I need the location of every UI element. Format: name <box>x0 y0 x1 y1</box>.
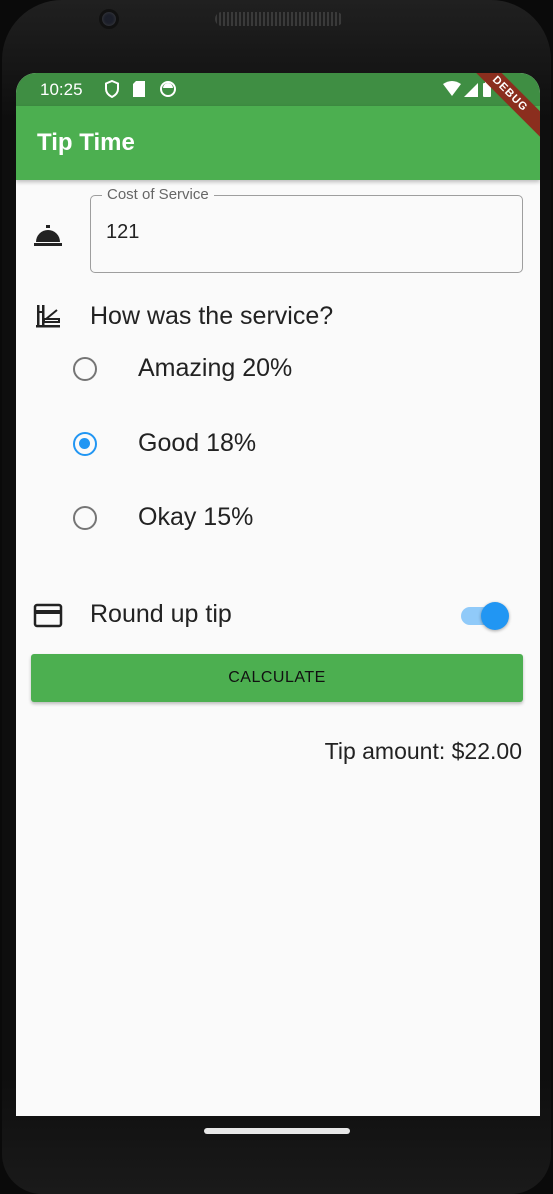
tip-option-good[interactable]: Good 18% <box>16 416 540 476</box>
round-up-tip-label: Round up tip <box>90 600 232 628</box>
round-up-switch-thumb[interactable] <box>481 602 509 630</box>
earpiece-speaker <box>215 12 343 26</box>
app-title: Tip Time <box>37 129 135 156</box>
radio-button[interactable] <box>73 357 97 381</box>
sync-circle-icon <box>159 80 177 103</box>
home-indicator[interactable] <box>204 1128 350 1134</box>
calculate-button[interactable]: CALCULATE <box>31 654 523 702</box>
dinner-dining-icon <box>33 301 63 331</box>
app-bar: Tip Time <box>16 106 540 180</box>
radio-button-selected[interactable] <box>73 432 97 456</box>
radio-button[interactable] <box>73 506 97 530</box>
cost-of-service-input[interactable] <box>106 221 486 244</box>
cost-of-service-label: Cost of Service <box>102 186 214 203</box>
status-bar: 10:25 <box>16 73 540 106</box>
service-question: How was the service? <box>90 302 334 330</box>
signal-icon <box>464 83 478 97</box>
tip-option-okay[interactable]: Okay 15% <box>16 490 540 550</box>
tip-amount-result: Tip amount: $22.00 <box>324 738 522 764</box>
sd-card-icon <box>132 80 146 103</box>
app-screen: 10:25 Tip Time DEBUG Cost of Service 121… <box>16 73 540 1116</box>
room-service-icon <box>33 221 63 251</box>
front-camera <box>99 9 119 29</box>
tip-option-label: Okay 15% <box>138 503 254 531</box>
tip-option-label: Amazing 20% <box>138 354 293 382</box>
tip-option-label: Good 18% <box>138 429 257 457</box>
status-time: 10:25 <box>40 80 83 99</box>
credit-card-icon <box>33 601 63 631</box>
vpn-shield-icon <box>104 79 120 103</box>
phone-frame: 10:25 Tip Time DEBUG Cost of Service 121… <box>0 0 553 1194</box>
wifi-icon <box>443 81 461 96</box>
tip-option-amazing[interactable]: Amazing 20% <box>16 341 540 401</box>
